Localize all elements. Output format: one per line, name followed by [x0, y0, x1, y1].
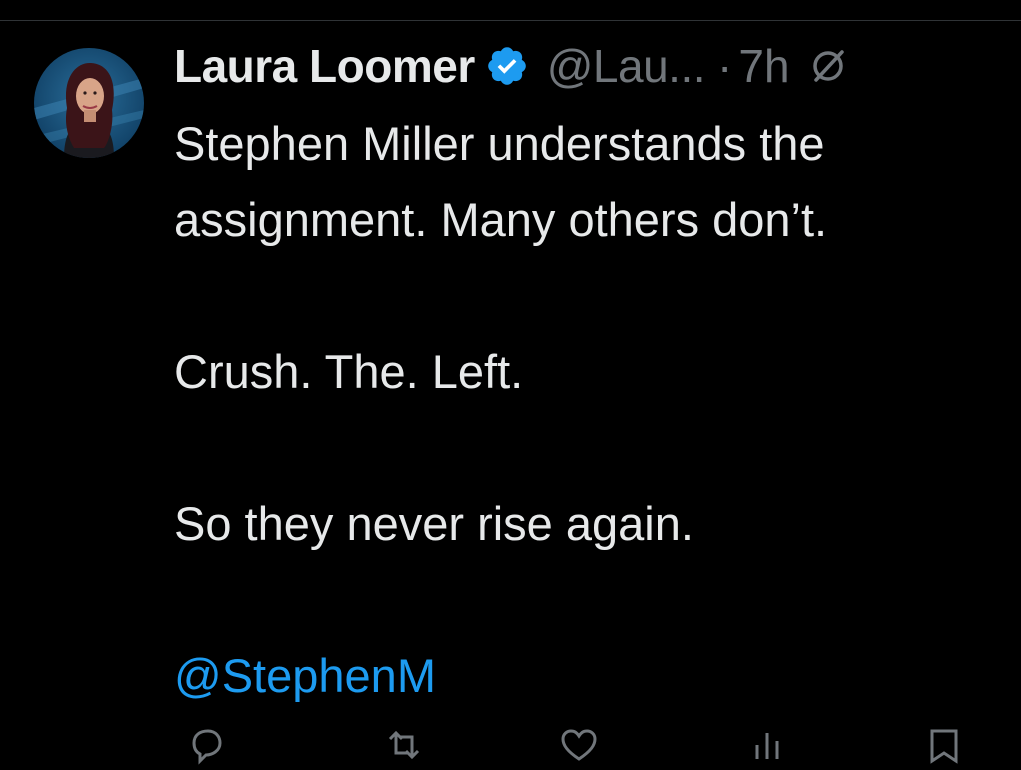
tweet-body: Stephen Miller understands the assignmen…: [174, 106, 1014, 714]
mention-link[interactable]: @StephenM: [174, 638, 1014, 714]
views-icon[interactable]: [749, 725, 789, 765]
timestamp[interactable]: 7h: [738, 39, 789, 93]
tweet-header: Laura Loomer @Lau... · 7h: [174, 34, 848, 98]
avatar-image: [34, 48, 144, 158]
tweet-text-line: Stephen Miller understands the: [174, 117, 825, 170]
verified-badge-icon: [485, 44, 529, 88]
separator-dot: ·: [717, 40, 733, 92]
like-icon[interactable]: [559, 725, 599, 765]
author-display-name[interactable]: Laura Loomer: [174, 39, 475, 93]
action-bar: [174, 725, 974, 765]
avatar[interactable]: [34, 48, 144, 158]
reply-icon[interactable]: [186, 725, 226, 765]
tweet-text-line: assignment. Many others don’t.: [174, 193, 828, 246]
top-divider: [0, 20, 1021, 21]
tweet-text-line: So they never rise again.: [174, 497, 694, 550]
retweet-icon[interactable]: [384, 725, 424, 765]
grok-icon[interactable]: [808, 46, 848, 86]
author-handle[interactable]: @Lau...: [547, 39, 706, 93]
tweet-text-line: Crush. The. Left.: [174, 345, 524, 398]
bookmark-icon[interactable]: [924, 725, 964, 765]
